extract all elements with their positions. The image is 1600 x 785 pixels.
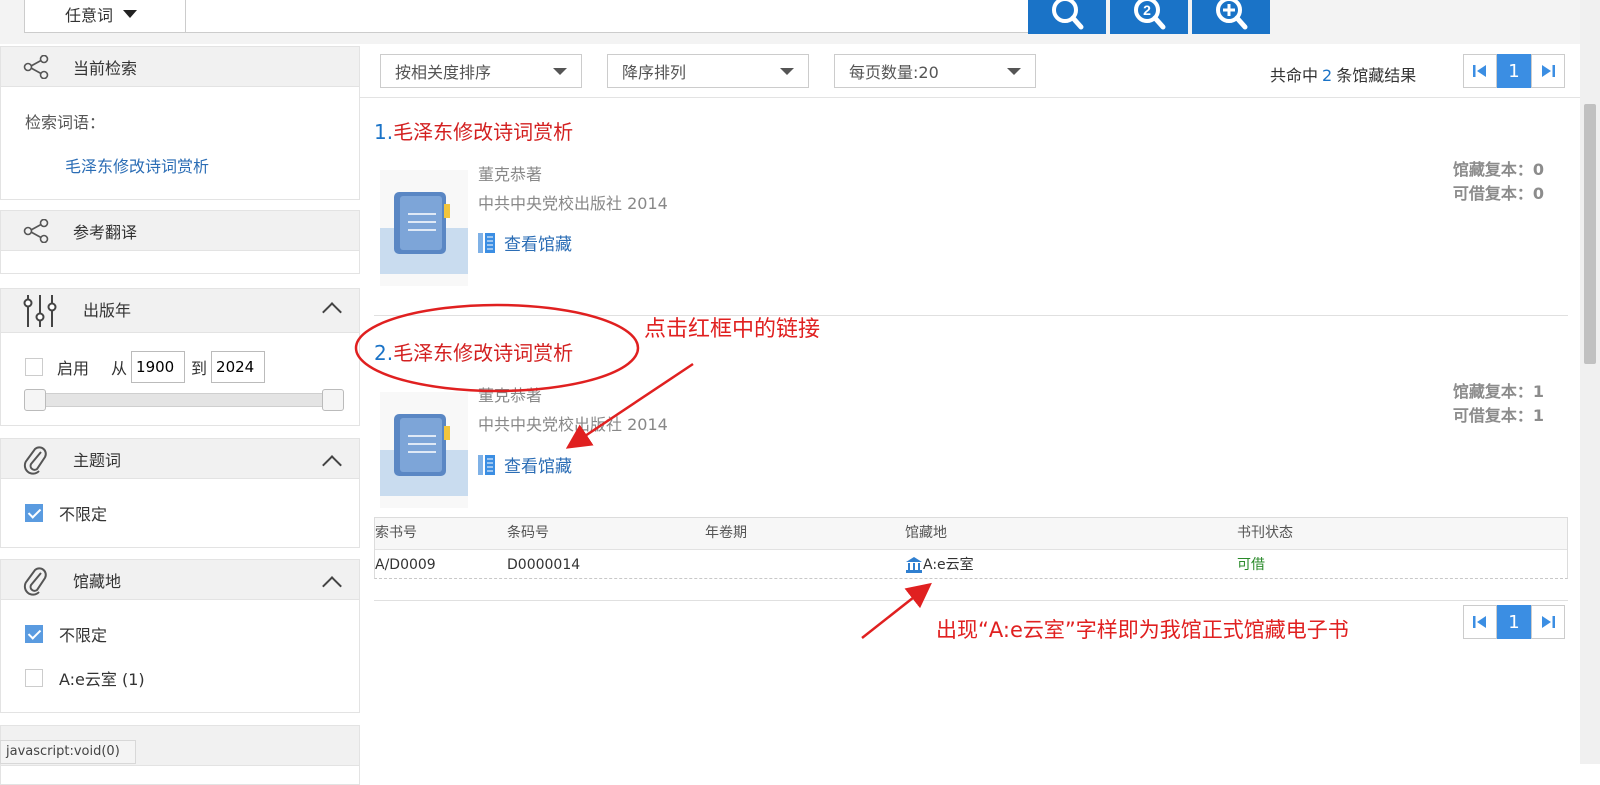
annotation-overlay [354,303,932,639]
arrow-to-location [861,582,932,639]
annotation-location-hint: 出现“A:e云室”字样即为我馆正式馆藏电子书 [936,618,1349,642]
browser-status-bar: javascript:void(0) [0,740,136,764]
annotation-click-hint: 点击红框中的链接 [644,317,821,342]
arrow-to-view-link [565,362,694,449]
highlight-ellipse [354,303,640,393]
